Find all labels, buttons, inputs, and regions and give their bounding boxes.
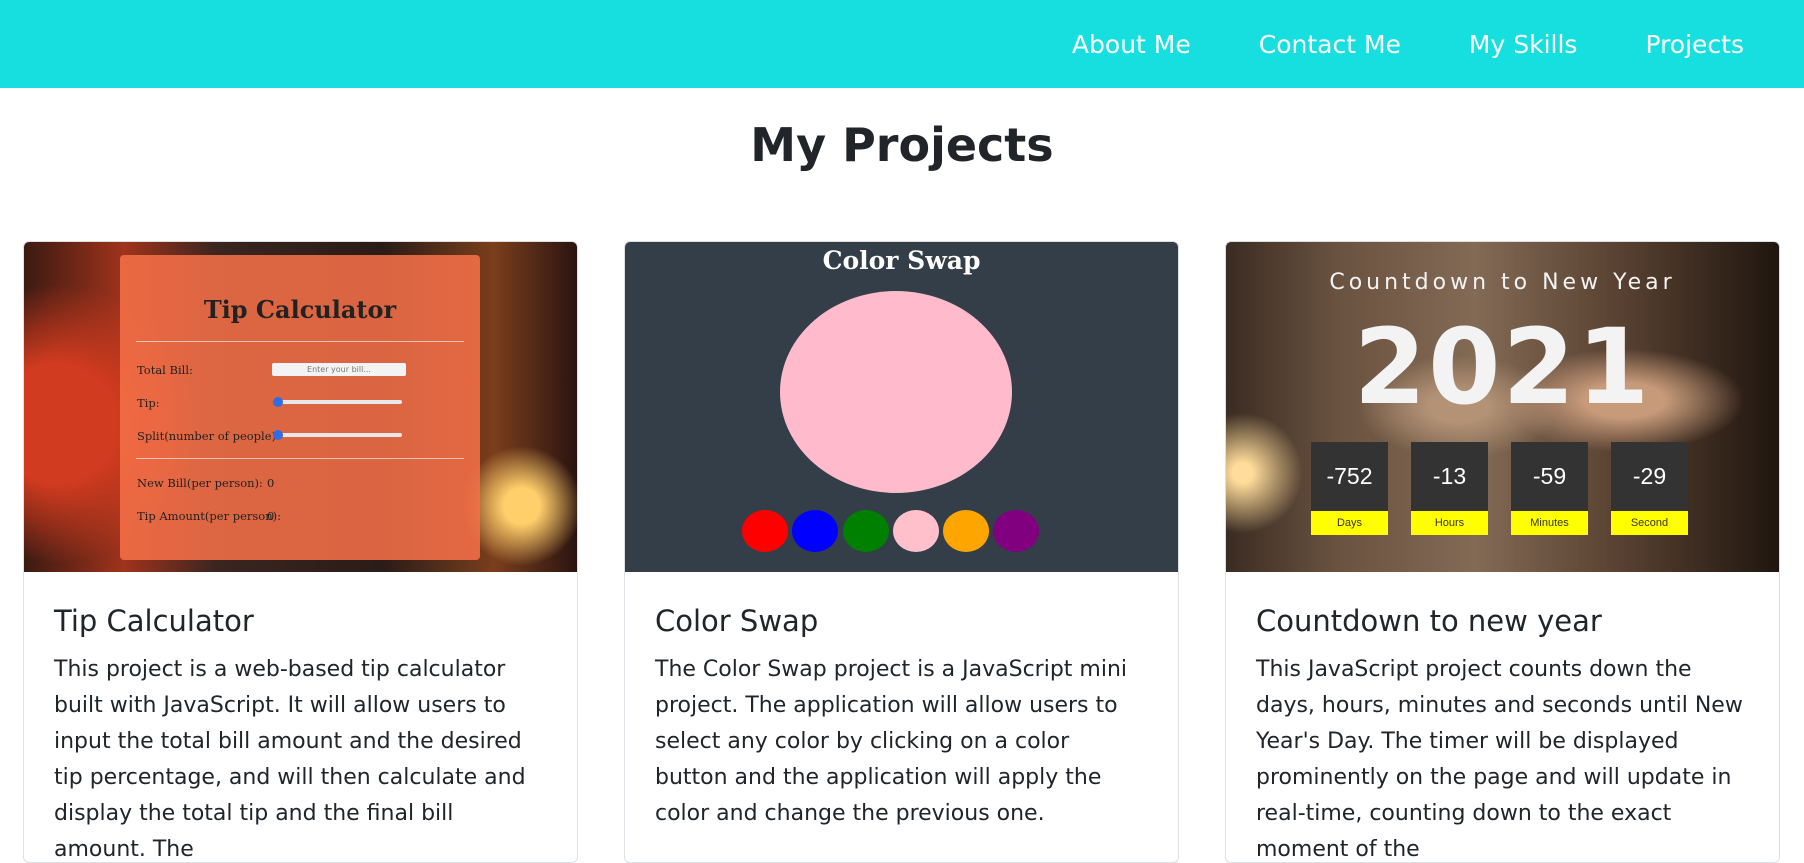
nav-links: About Me Contact Me My Skills Projects xyxy=(1004,0,1744,88)
color-swap-heading: Color Swap xyxy=(822,246,981,275)
navbar: About Me Contact Me My Skills Projects xyxy=(0,0,1804,88)
nav-link-projects[interactable]: Projects xyxy=(1645,30,1744,59)
page-title: My Projects xyxy=(750,118,1054,172)
countdown-value: -752 xyxy=(1311,442,1388,511)
total-bill-input: Enter your bill... xyxy=(272,363,406,376)
tip-slider xyxy=(273,397,402,407)
card-title: Countdown to new year xyxy=(1256,604,1602,638)
countdown-hours: -13 Hours xyxy=(1411,442,1488,535)
countdown-label: Second xyxy=(1611,511,1688,535)
card-title: Tip Calculator xyxy=(54,604,254,638)
project-card-countdown: Countdown to New Year 2021 -752 Days -13… xyxy=(1225,241,1780,863)
nav-link-contact-me[interactable]: Contact Me xyxy=(1259,30,1401,59)
swatch-red xyxy=(742,510,788,552)
card-title: Color Swap xyxy=(655,604,819,638)
slider-thumb xyxy=(273,430,283,440)
swatch-green xyxy=(843,510,889,552)
countdown-label: Minutes xyxy=(1511,511,1588,535)
tip-label: Tip: xyxy=(137,396,160,410)
swatch-purple xyxy=(993,510,1039,552)
countdown-value: -59 xyxy=(1511,442,1588,511)
countdown-days: -752 Days xyxy=(1311,442,1388,535)
nav-link-about-me[interactable]: About Me xyxy=(1072,30,1191,59)
countdown-value: -29 xyxy=(1611,442,1688,511)
card-body: Color Swap The Color Swap project is a J… xyxy=(625,604,1178,832)
tip-amount-value: 0 xyxy=(267,509,275,523)
tip-calculator-panel: Tip Calculator Total Bill: Enter your bi… xyxy=(120,255,480,560)
total-bill-label: Total Bill: xyxy=(137,363,193,377)
color-swap-preview[interactable]: Color Swap xyxy=(625,242,1178,572)
countdown-seconds: -29 Second xyxy=(1611,442,1688,535)
card-body: Countdown to new year This JavaScript pr… xyxy=(1226,604,1779,862)
card-body: Tip Calculator This project is a web-bas… xyxy=(24,604,577,862)
new-bill-label: New Bill(per person): xyxy=(137,476,263,490)
project-card-tip-calculator: Tip Calculator Total Bill: Enter your bi… xyxy=(23,241,578,863)
countdown-label: Days xyxy=(1311,511,1388,535)
split-label: Split(number of people) xyxy=(137,429,276,443)
project-card-color-swap: Color Swap Color Swap The Color Swap pro… xyxy=(624,241,1179,863)
countdown-value: -13 xyxy=(1411,442,1488,511)
tip-amount-label: Tip Amount(per person): xyxy=(137,509,281,523)
card-description: This JavaScript project counts down the … xyxy=(1256,657,1743,862)
countdown-label: Hours xyxy=(1411,511,1488,535)
countdown-year: 2021 xyxy=(1353,306,1652,428)
slider-thumb xyxy=(273,397,283,407)
split-slider xyxy=(273,430,402,440)
divider xyxy=(136,341,464,342)
new-bill-value: 0 xyxy=(267,476,275,490)
swatch-blue xyxy=(792,510,838,552)
color-display-circle xyxy=(780,291,1012,493)
swatch-orange xyxy=(943,510,989,552)
tip-calculator-preview[interactable]: Tip Calculator Total Bill: Enter your bi… xyxy=(24,242,577,572)
countdown-heading: Countdown to New Year xyxy=(1329,270,1676,295)
nav-link-my-skills[interactable]: My Skills xyxy=(1469,30,1578,59)
card-description: The Color Swap project is a JavaScript m… xyxy=(655,657,1128,826)
countdown-preview[interactable]: Countdown to New Year 2021 -752 Days -13… xyxy=(1226,242,1779,572)
card-description: This project is a web-based tip calculat… xyxy=(54,657,526,862)
tip-calculator-heading: Tip Calculator xyxy=(203,295,397,324)
swatch-pink xyxy=(893,510,939,552)
divider xyxy=(136,458,464,459)
countdown-minutes: -59 Minutes xyxy=(1511,442,1588,535)
